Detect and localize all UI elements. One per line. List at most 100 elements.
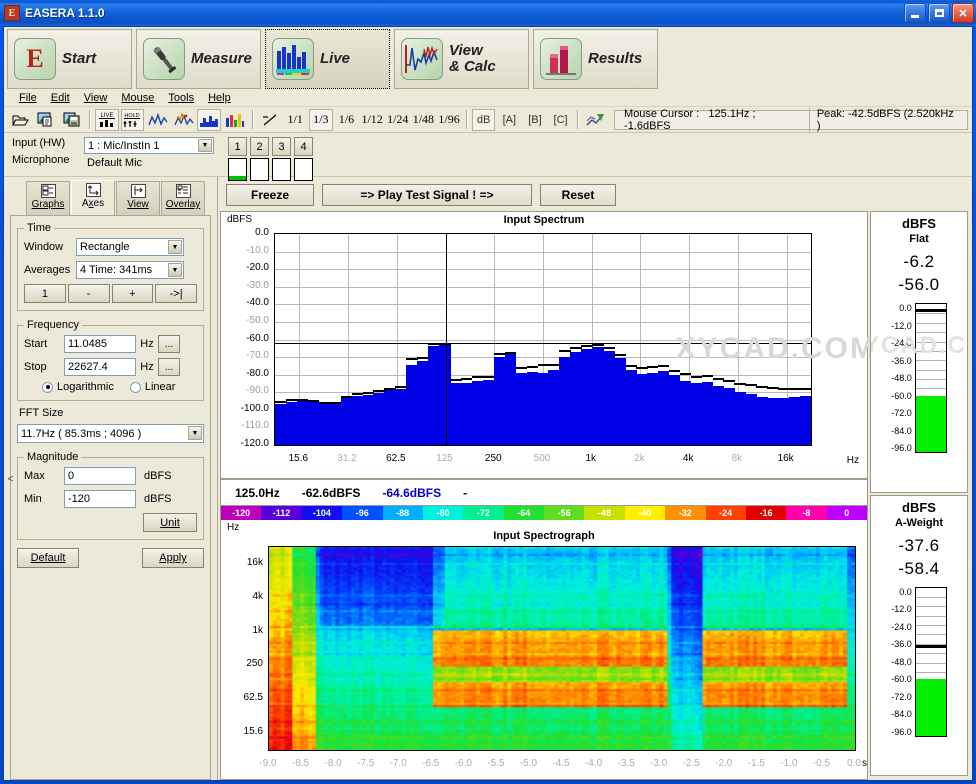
menu-tools[interactable]: Tools — [161, 91, 201, 105]
hold-icon[interactable]: HOLD — [120, 108, 145, 131]
channel-button-3[interactable]: 3 — [272, 137, 291, 156]
unit-button[interactable]: Unit — [143, 513, 197, 532]
spectrograph-plot[interactable] — [268, 546, 856, 751]
nav-measure-label: Measure — [191, 50, 252, 68]
menu-mouse[interactable]: Mouse — [114, 91, 161, 105]
smoothing-1-12[interactable]: 1/12 — [360, 109, 384, 131]
min-input[interactable]: -120 — [64, 490, 136, 508]
peak-hold-segment — [625, 364, 637, 367]
no-smoothing-icon[interactable] — [258, 109, 282, 131]
copy-image-icon[interactable] — [35, 109, 59, 131]
menu-edit[interactable]: Edit — [44, 91, 77, 105]
meter-tickline — [915, 388, 946, 390]
freeze-button[interactable]: Freeze — [226, 184, 314, 206]
averages-select[interactable]: 4 Time: 341ms ▼ — [76, 261, 184, 279]
open-folder-icon[interactable] — [9, 109, 33, 131]
channel-button-1[interactable]: 1 — [228, 137, 247, 156]
play-test-signal-button[interactable]: => Play Test Signal ! => — [322, 184, 532, 206]
nav-live-label: Live — [320, 50, 351, 68]
meter-tickline — [915, 322, 946, 324]
menu-file[interactable]: File — [12, 91, 44, 105]
close-icon[interactable]: ✕ — [952, 3, 974, 23]
chevron-down-icon[interactable]: ▼ — [168, 263, 182, 277]
spectrum-y-tick: -70.0 — [246, 350, 269, 362]
tab-graphs[interactable]: Graphs — [26, 181, 70, 215]
filled-spectrum-icon[interactable] — [197, 108, 222, 131]
curve-peak-icon[interactable] — [172, 109, 196, 131]
fft-size-select[interactable]: 11.7Hz ( 85.3ms ; 4096 ) ▼ — [17, 424, 204, 443]
spectrum-plot[interactable] — [274, 233, 812, 446]
averages-increment-button[interactable]: + — [111, 284, 154, 303]
peak-hold-segment — [526, 365, 539, 368]
toolbar: LIVE HOLD 1/1 1/3 1/6 1/12 1/24 1/48 1/9… — [4, 107, 972, 133]
menu-bar: File Edit View Mouse Tools Help — [4, 89, 972, 107]
color-bars-icon[interactable] — [223, 109, 247, 131]
default-button[interactable]: Default — [17, 548, 79, 568]
spectrograph-x-tick: -1.0 — [780, 758, 798, 769]
smoothing-1-48[interactable]: 1/48 — [412, 109, 436, 131]
smoothing-1-1[interactable]: 1/1 — [283, 109, 307, 131]
settings-tabs: Graphs Axes View Overlay — [4, 177, 217, 216]
spectrograph-x-tick: -2.5 — [682, 758, 700, 769]
tab-axes[interactable]: Axes — [71, 180, 115, 216]
start-input[interactable]: 11.0485 — [64, 335, 136, 353]
input-spectrum-chart[interactable]: dBFS Input Spectrum 0.0 -10.0 -20.0 -30.0 -4… — [220, 211, 875, 479]
start-unit: Hz — [140, 338, 154, 350]
channel-meter-4 — [294, 158, 313, 181]
nav-measure[interactable]: Measure — [136, 29, 261, 89]
radio-logarithmic[interactable] — [42, 381, 53, 393]
start-more-button[interactable]: ... — [158, 335, 180, 353]
apply-button[interactable]: Apply — [142, 548, 204, 568]
meter-tickline — [915, 625, 946, 626]
averages-set-1-button[interactable]: 1 — [24, 284, 66, 303]
weight-a-button[interactable]: [A] — [497, 109, 521, 131]
smoothing-1-96[interactable]: 1/96 — [437, 109, 461, 131]
chevron-down-icon[interactable]: ▼ — [168, 240, 182, 254]
chevron-down-icon[interactable]: ▼ — [188, 426, 202, 440]
nav-view-calc[interactable]: View & Calc — [394, 29, 529, 89]
weight-db-button[interactable]: dB — [471, 108, 496, 131]
peak-hold-segment — [570, 347, 582, 350]
nav-start[interactable]: E Start — [7, 29, 132, 89]
minimize-icon[interactable] — [904, 3, 926, 23]
nav-live[interactable]: Live — [265, 29, 390, 89]
save-image-icon[interactable] — [60, 109, 84, 131]
radio-linear[interactable] — [129, 381, 141, 393]
maximize-icon[interactable] — [928, 3, 950, 23]
weight-c-button[interactable]: [C] — [549, 109, 573, 131]
live-icon[interactable]: LIVE — [94, 108, 119, 131]
smoothing-1-6[interactable]: 1/6 — [335, 109, 359, 131]
meter-tickline — [915, 332, 946, 334]
overlay-curves-icon[interactable] — [583, 109, 607, 131]
curve-icon[interactable] — [146, 109, 170, 131]
tab-view[interactable]: View — [116, 181, 160, 215]
averages-max-button[interactable]: ->| — [155, 284, 197, 303]
menu-view[interactable]: View — [77, 91, 115, 105]
weight-b-button[interactable]: [B] — [523, 109, 547, 131]
averages-decrement-button[interactable]: - — [67, 284, 110, 303]
reset-button[interactable]: Reset — [540, 184, 616, 206]
smoothing-1-24[interactable]: 1/24 — [386, 109, 410, 131]
smoothing-1-3[interactable]: 1/3 — [309, 108, 333, 131]
panel-collapse-handle[interactable]: < — [6, 462, 15, 496]
window-select[interactable]: Rectangle ▼ — [76, 238, 184, 256]
menu-help[interactable]: Help — [201, 91, 238, 105]
main-navigation: E Start Measure Live View & Calc Results — [4, 27, 972, 89]
max-input[interactable]: 0 — [64, 467, 136, 485]
stop-input[interactable]: 22627.4 — [64, 358, 136, 376]
cursor-line[interactable] — [446, 234, 447, 445]
stop-more-button[interactable]: ... — [158, 358, 180, 376]
input-spectrograph-chart[interactable]: Hz Input Spectrograph 16k 4k 1k 250 62.5 15.6… — [220, 520, 868, 780]
channel-button-2[interactable]: 2 — [250, 137, 269, 156]
channel-button-4[interactable]: 4 — [294, 137, 313, 156]
input-hw-select[interactable]: 1 : Mic/InstIn 1 ▼ — [84, 137, 214, 154]
spectrograph-title: Input Spectrograph — [493, 530, 595, 542]
toolbar-separator-3 — [465, 110, 467, 129]
peak-hold-segment — [340, 395, 353, 398]
tab-overlay[interactable]: Overlay — [161, 181, 205, 215]
spectrum-bar — [789, 396, 801, 445]
nav-results[interactable]: Results — [533, 29, 658, 89]
peak-hold-segment — [800, 387, 811, 390]
spectrum-bar — [614, 357, 626, 445]
chevron-down-icon[interactable]: ▼ — [198, 139, 212, 152]
